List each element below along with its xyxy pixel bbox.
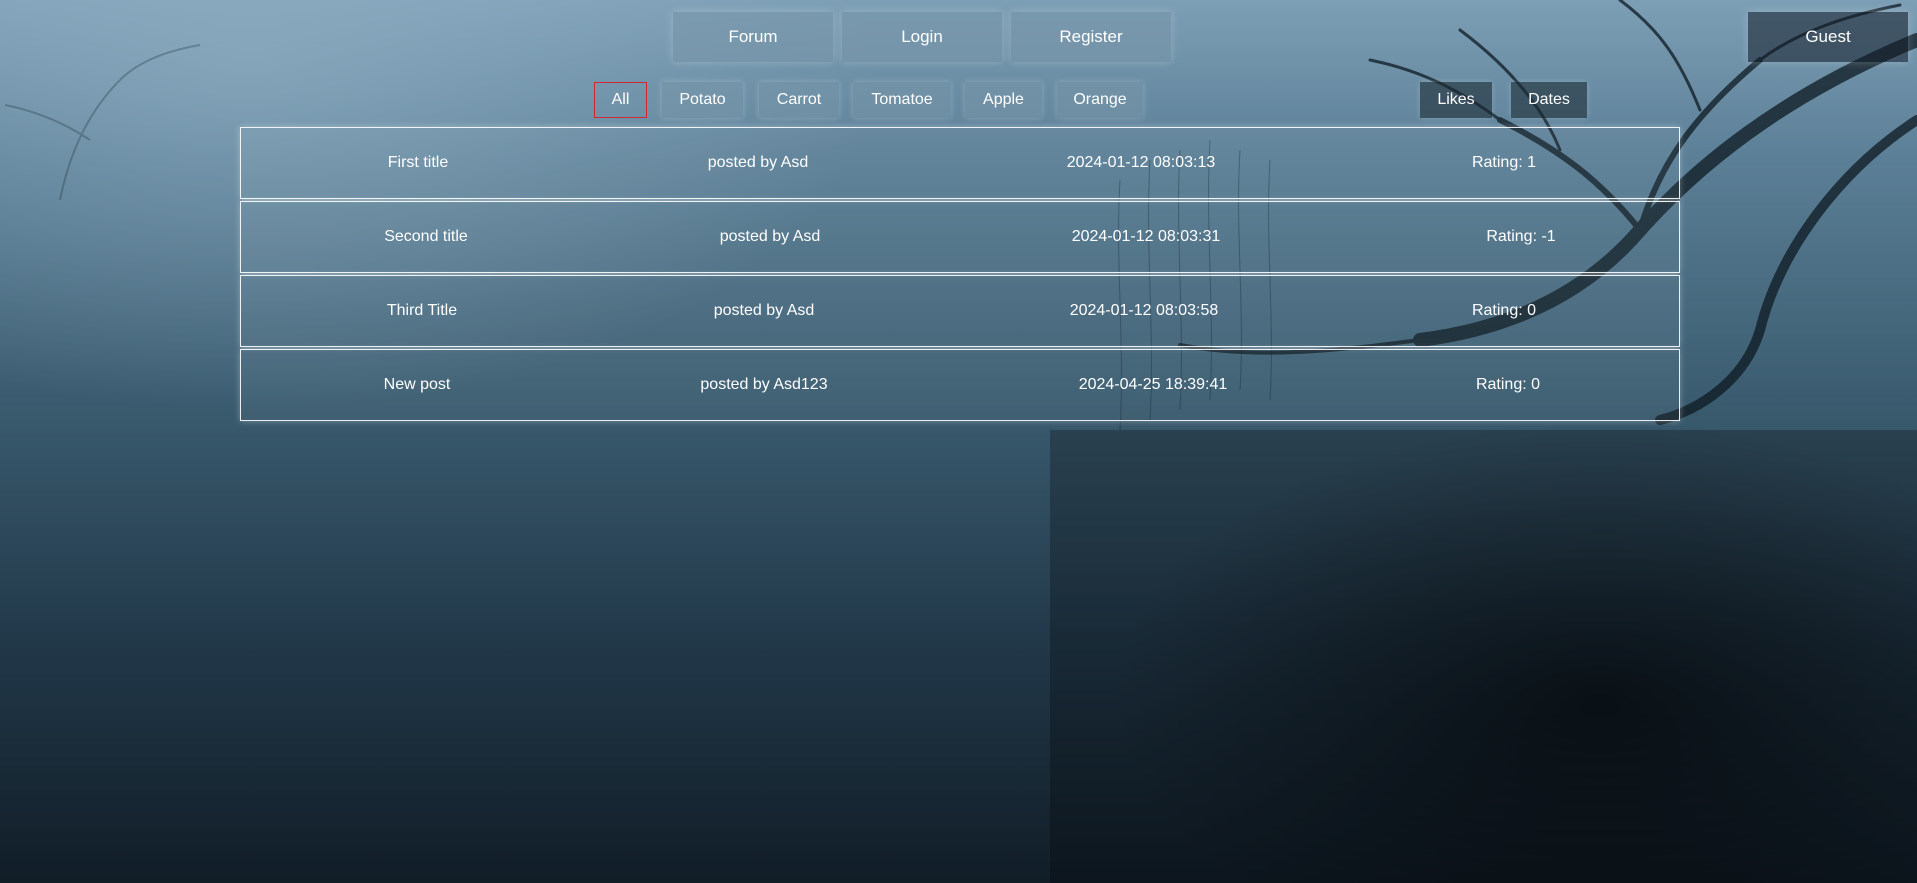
forum-button[interactable]: Forum — [673, 12, 833, 62]
post-title[interactable]: Third Title — [387, 302, 457, 320]
login-button[interactable]: Login — [842, 12, 1002, 62]
post-rating: Rating: 0 — [1471, 302, 1537, 319]
post-list: First title posted by Asd 2024-01-12 08:… — [240, 127, 1680, 423]
post-author: posted by Asd — [719, 228, 821, 245]
sort-dates-button[interactable]: Dates — [1511, 82, 1587, 118]
post-rating: Rating: -1 — [1486, 228, 1556, 245]
post-date: 2024-01-12 08:03:58 — [1069, 302, 1219, 319]
filter-orange[interactable]: Orange — [1057, 82, 1143, 118]
post-author: posted by Asd — [713, 302, 815, 319]
post-rating: Rating: 0 — [1475, 376, 1541, 393]
register-button[interactable]: Register — [1011, 12, 1171, 62]
post-row[interactable]: Second title posted by Asd 2024-01-12 08… — [240, 201, 1680, 273]
post-title[interactable]: Second title — [384, 228, 468, 246]
post-row[interactable]: First title posted by Asd 2024-01-12 08:… — [240, 127, 1680, 199]
filter-potato[interactable]: Potato — [662, 82, 743, 118]
post-date: 2024-01-12 08:03:13 — [1066, 154, 1216, 171]
filter-tomatoe[interactable]: Tomatoe — [853, 82, 951, 118]
post-author: posted by Asd — [707, 154, 809, 171]
filter-all[interactable]: All — [594, 82, 647, 118]
sort-likes-button[interactable]: Likes — [1420, 82, 1492, 118]
post-author: posted by Asd123 — [700, 376, 828, 393]
post-row[interactable]: New post posted by Asd123 2024-04-25 18:… — [240, 349, 1680, 421]
post-date: 2024-01-12 08:03:31 — [1071, 228, 1221, 245]
filter-apple[interactable]: Apple — [965, 82, 1042, 118]
post-date: 2024-04-25 18:39:41 — [1078, 376, 1228, 393]
post-row[interactable]: Third Title posted by Asd 2024-01-12 08:… — [240, 275, 1680, 347]
post-title[interactable]: New post — [384, 376, 451, 394]
guest-user-button[interactable]: Guest — [1748, 12, 1908, 62]
post-rating: Rating: 1 — [1471, 154, 1537, 171]
filter-carrot[interactable]: Carrot — [759, 82, 839, 118]
post-title[interactable]: First title — [388, 154, 448, 172]
